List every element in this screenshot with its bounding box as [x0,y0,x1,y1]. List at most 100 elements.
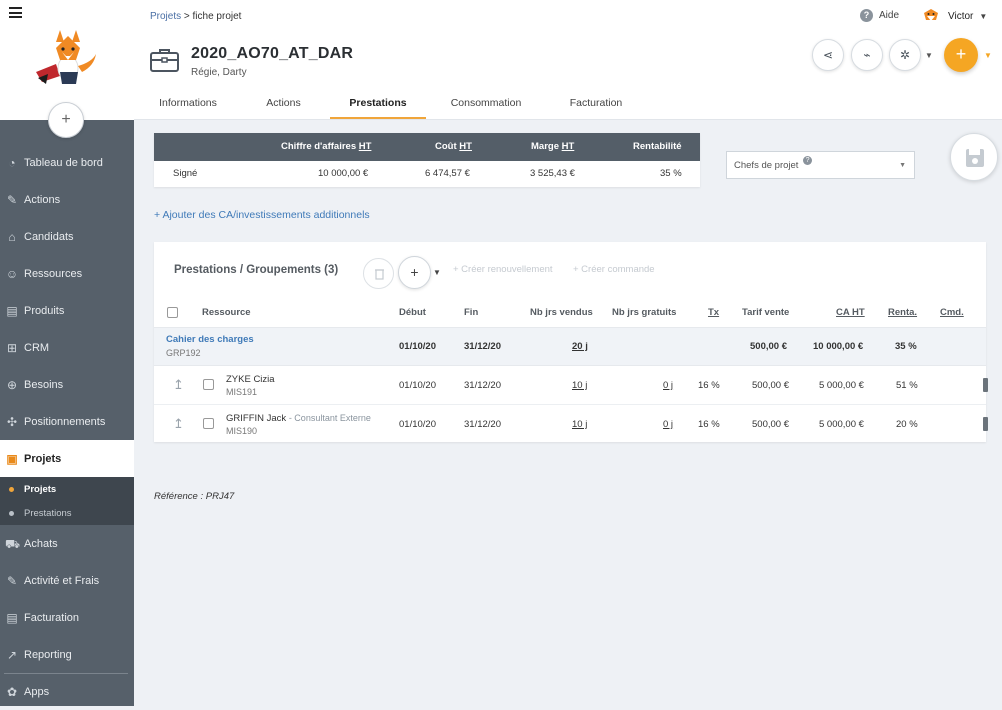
briefcase-icon [150,49,179,72]
add-additional-revenue-link[interactable]: + Ajouter des CA/investissements additio… [154,209,370,221]
row-renta: 51 % [896,380,918,391]
sidebar-item-apps[interactable]: ✿ Apps [0,673,134,710]
tools-button[interactable]: ✲ [889,39,921,71]
line-chart-icon: ⌁ [863,48,871,62]
sidebar-item-produits[interactable]: ▤ Produits [0,292,134,329]
select-all-checkbox[interactable] [167,307,178,318]
kpi-row-signe: Signé 10 000,00 € 6 474,57 € 3 525,43 € … [154,161,700,187]
info-icon[interactable] [983,378,988,392]
sidebar-item-activite-et-frais[interactable]: ✎ Activité et Frais [0,562,134,599]
people-icon: ☺ [5,266,19,281]
active-dot-icon [9,486,14,492]
row-debut: 01/10/20 [399,419,436,430]
column-header-fin: Fin [464,307,479,318]
stats-button[interactable]: ⌁ [851,39,883,71]
kpi-renta-value: 35 % [660,168,682,179]
kpi-header-rentabilite: Rentabilité [633,141,682,152]
sidebar-item-reporting[interactable]: ↗ Reporting [0,636,134,673]
trash-icon [375,269,384,280]
sidebar-item-achats[interactable]: ⛟ Achats [0,525,134,562]
menu-icon[interactable] [9,7,22,18]
row-checkbox[interactable] [203,418,214,429]
chefs-de-projet-select[interactable]: Chefs de projet ? ▼ [726,151,915,179]
user-name: Victor [948,10,974,22]
column-header-nb-jrs-gratuits: Nb jrs gratuits [612,307,677,318]
tab-informations[interactable]: Informations [153,97,223,119]
create-renewal-link[interactable]: + Créer renouvellement [453,264,553,275]
chevron-down-icon[interactable]: ▼ [984,51,992,60]
sidebar-subitem-prestations[interactable]: Prestations [0,501,134,525]
graduation-cap-icon: ⌂ [8,229,16,244]
share-button[interactable]: ⋖ [812,39,844,71]
user-menu[interactable]: Victor ▼ [922,7,987,25]
create-order-link[interactable]: + Créer commande [573,264,655,275]
panel-title: Prestations / Groupements (3) [174,264,339,276]
sidebar-subitem-projets[interactable]: Projets [0,477,134,501]
sidebar-item-crm[interactable]: ⊞ CRM [0,329,134,366]
table-row[interactable]: ↥ ZYKE Cizia MIS191 01/10/20 31/12/20 10… [154,366,988,405]
cart-icon: ⛟ [5,536,21,551]
quick-add-button[interactable]: + [48,102,84,138]
add-button[interactable]: + [944,38,978,72]
sidebar-item-besoins[interactable]: ⊕ Besoins [0,366,134,403]
tab-consommation[interactable]: Consommation [444,97,528,119]
table-row[interactable]: ↥ GRIFFIN Jack - Consultant Externe MIS1… [154,405,988,444]
floppy-disk-icon [966,149,984,167]
invoice-icon: ▤ [6,610,18,625]
plus-icon: + [410,264,419,280]
group-name-link[interactable]: Cahier des charges [166,334,254,345]
sidebar-item-ressources[interactable]: ☺ Ressources [0,255,134,292]
row-tx: 16 % [698,380,720,391]
sidebar-item-candidats[interactable]: ⌂ Candidats [0,218,134,255]
document-icon: ▤ [6,303,18,318]
row-tarif: 500,00 € [752,419,789,430]
sidebar-item-label: Tableau de bord [24,156,103,169]
chevron-down-icon[interactable]: ▼ [433,268,441,277]
chevron-down-icon[interactable]: ▼ [925,51,933,60]
tab-actions[interactable]: Actions [256,97,311,119]
tab-prestations[interactable]: Prestations [330,97,426,119]
breadcrumb-link-projets[interactable]: Projets [150,11,181,22]
delete-button[interactable] [363,258,394,289]
group-jrs-vendus: 20 j [572,341,588,352]
breadcrumb-current: fiche projet [192,11,242,22]
sidebar-subitem-label: Projets [24,483,57,495]
row-fin: 31/12/20 [464,380,501,391]
briefcase-icon: ▣ [6,451,18,466]
sidebar-item-projets[interactable]: ▣ Projets [0,440,134,477]
sidebar-item-label: Positionnements [24,415,106,428]
fox-logo [36,30,96,84]
row-jrs-vendus: 10 j [572,419,588,430]
group-ref: GRP192 [166,348,201,358]
save-button[interactable] [950,133,998,181]
sidebar-item-label: Candidats [24,230,74,243]
row-checkbox[interactable] [203,379,214,390]
sidebar-item-positionnements[interactable]: ✣ Positionnements [0,403,134,440]
column-header-ca-ht: CA HT [836,307,865,318]
resource-ref: MIS191 [226,387,258,397]
sidebar-item-tableau-de-bord[interactable]: ◔ Tableau de bord [0,144,134,181]
info-icon[interactable] [983,417,988,431]
plus-icon: + [955,44,967,64]
add-prestation-button[interactable]: + [398,256,431,289]
group-row: Cahier des charges GRP192 01/10/20 31/12… [154,327,986,366]
resource-name[interactable]: ZYKE Cizia [226,374,275,385]
resource-name[interactable]: GRIFFIN Jack [226,413,286,424]
sidebar-item-facturation[interactable]: ▤ Facturation [0,599,134,636]
reference-value: PRJ47 [205,491,235,502]
row-fin: 31/12/20 [464,419,501,430]
column-header-ressource: Ressource [202,307,251,318]
tab-facturation[interactable]: Facturation [562,97,630,119]
help-link[interactable]: ? Aide [860,9,899,22]
sidebar-item-label: Activité et Frais [24,574,100,587]
kpi-summary-table: Chiffre d'affaires HT Coût HT Marge HT R… [154,133,700,187]
row-tarif: 500,00 € [752,380,789,391]
page-title: 2020_AO70_AT_DAR [191,45,354,62]
sidebar-item-actions[interactable]: ✎ Actions [0,181,134,218]
sitemap-icon: ⊞ [6,340,18,355]
speedometer-icon: ◔ [8,155,16,170]
line-chart-icon: ↗ [6,647,18,662]
row-jrs-gratuits: 0 j [663,380,674,391]
group-debut: 01/10/20 [399,341,436,352]
column-header-tx: Tx [708,307,720,318]
